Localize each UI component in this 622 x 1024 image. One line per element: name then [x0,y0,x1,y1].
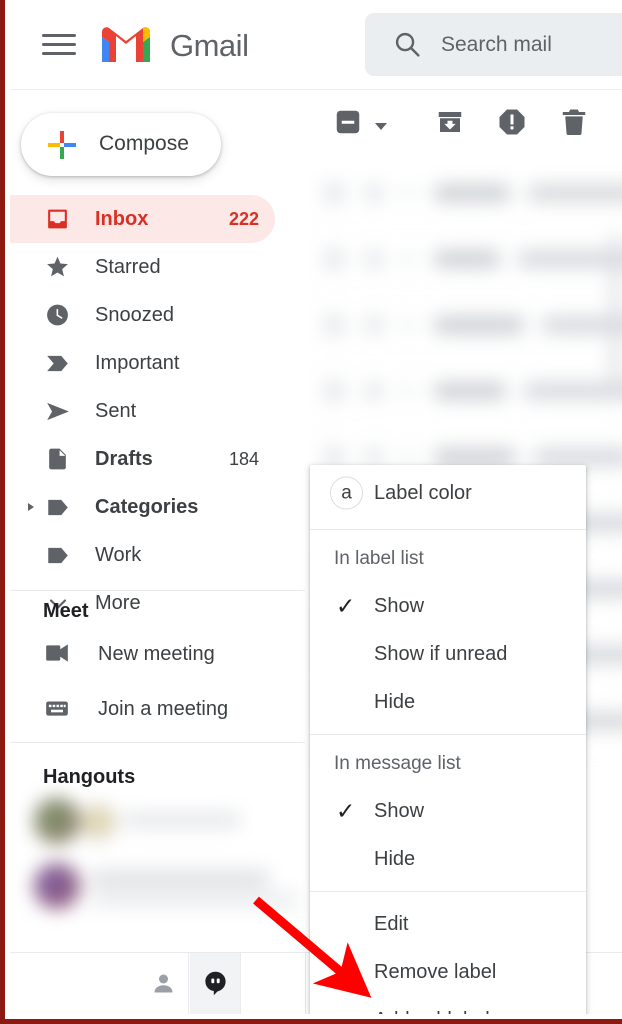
archive-icon[interactable] [435,107,465,142]
menu-item-label-list-hide[interactable]: Hide [310,678,586,726]
meet-item-new-meeting[interactable]: New meeting [10,630,305,678]
divider [310,891,586,892]
sidebar-item-inbox[interactable]: Inbox 222 [10,195,275,243]
sidebar-item-drafts[interactable]: Drafts 184 [10,435,275,483]
search-bar[interactable]: Search mail [365,13,622,76]
menu-item-label: Show [374,594,425,617]
send-icon [44,398,71,425]
sidebar-item-label: More [95,591,141,614]
hamburger-icon[interactable] [42,30,76,60]
hangouts-contact-row[interactable] [24,855,300,917]
sidebar-item-label: Categories [95,495,199,518]
browser-frame: Gmail Search mail Compose Inbox 222 Star… [0,0,622,1024]
menu-item-add-sublabel[interactable]: Add sublabel [310,996,586,1015]
star-icon [44,254,71,281]
check-icon: ✓ [336,592,356,619]
video-camera-icon [44,640,72,668]
search-icon [393,30,422,59]
menu-item-edit[interactable]: Edit [310,900,586,948]
brand-name: Gmail [170,28,249,63]
gmail-app: Gmail Search mail Compose Inbox 222 Star… [10,0,622,1014]
sidebar-item-label: Sent [95,399,137,422]
caret-right-icon[interactable] [28,503,34,511]
sidebar-item-label: Drafts [95,447,153,470]
table-row[interactable] [305,160,622,227]
plus-icon [47,130,77,160]
sidebar-item-label: Starred [95,255,161,278]
app-header: Gmail Search mail [10,0,622,90]
menu-item-label-color[interactable]: a Label color [310,465,586,521]
group-title: In label list [334,548,424,569]
label-context-menu: a Label color In label list ✓ Show Show … [310,465,586,1014]
keyboard-icon [44,695,72,723]
table-row[interactable] [305,358,622,425]
label-color-swatch-icon: a [330,476,363,510]
gmail-logo-icon [98,22,154,64]
divider [310,734,586,735]
sidebar-item-label: Snoozed [95,303,174,326]
sidebar-item-count: 184 [228,448,259,469]
scrollbar[interactable] [611,234,620,394]
menu-item-label: Add sublabel [374,1009,490,1015]
divider [10,742,305,743]
hangouts-contact-row[interactable] [24,790,284,852]
delete-icon[interactable] [559,107,589,142]
search-input[interactable]: Search mail [441,33,552,57]
divider [305,953,306,1014]
meet-item-label: New meeting [98,642,215,665]
sidebar: Compose Inbox 222 Starred Snoozed Import… [10,90,305,952]
sidebar-item-categories[interactable]: Categories [10,483,275,531]
check-icon: ✓ [336,797,356,824]
menu-item-label: Label color [374,481,472,504]
table-row[interactable] [305,292,622,359]
sidebar-nav: Inbox 222 Starred Snoozed Important Sent… [10,195,305,627]
sidebar-item-starred[interactable]: Starred [10,243,275,291]
group-title: In message list [334,753,461,774]
hangouts-icon[interactable] [190,953,240,1014]
table-row[interactable] [305,226,622,293]
menu-item-message-list-hide[interactable]: Hide [310,835,586,883]
menu-item-label: Remove label [374,960,497,983]
menu-item-label: Show if unread [374,642,508,665]
sidebar-item-sent[interactable]: Sent [10,387,275,435]
menu-item-message-list-show[interactable]: ✓ Show [310,787,586,835]
meet-item-label: Join a meeting [98,697,229,720]
menu-item-label-list-show-if-unread[interactable]: Show if unread [310,630,586,678]
compose-button[interactable]: Compose [21,113,221,176]
label-icon [44,542,71,569]
chevron-down-icon[interactable] [375,123,387,130]
compose-label: Compose [99,132,189,155]
menu-item-label: Edit [374,912,409,935]
menu-item-label: Hide [374,847,416,870]
label-icon [44,494,71,521]
hangouts-section-title: Hangouts [43,766,136,788]
divider [240,953,241,1014]
meet-item-join-meeting[interactable]: Join a meeting [10,685,305,733]
menu-item-label: Hide [374,690,416,713]
menu-item-label-list-show[interactable]: ✓ Show [310,582,586,630]
draft-icon [44,446,71,473]
mail-toolbar [305,90,622,160]
divider [10,590,305,591]
menu-item-remove-label[interactable]: Remove label [310,948,586,996]
inbox-icon [44,206,71,233]
divider [310,529,586,530]
sidebar-item-snoozed[interactable]: Snoozed [10,291,275,339]
group-in-label-list: In label list [310,538,586,582]
person-icon[interactable] [138,953,188,1014]
sidebar-item-label: Inbox [95,207,149,230]
sidebar-item-count: 222 [228,208,259,229]
sidebar-item-important[interactable]: Important [10,339,275,387]
select-all-checkbox-icon[interactable] [333,107,363,142]
sidebar-item-label: Work [95,543,142,566]
group-in-message-list: In message list [310,743,586,787]
divider [188,953,189,1014]
meet-section-title: Meet [43,600,89,622]
menu-item-label: Show [374,799,425,822]
report-spam-icon[interactable] [497,107,527,142]
sidebar-item-work[interactable]: Work [10,531,275,579]
clock-icon [44,302,71,329]
sidebar-item-label: Important [95,351,180,374]
important-icon [44,350,71,377]
